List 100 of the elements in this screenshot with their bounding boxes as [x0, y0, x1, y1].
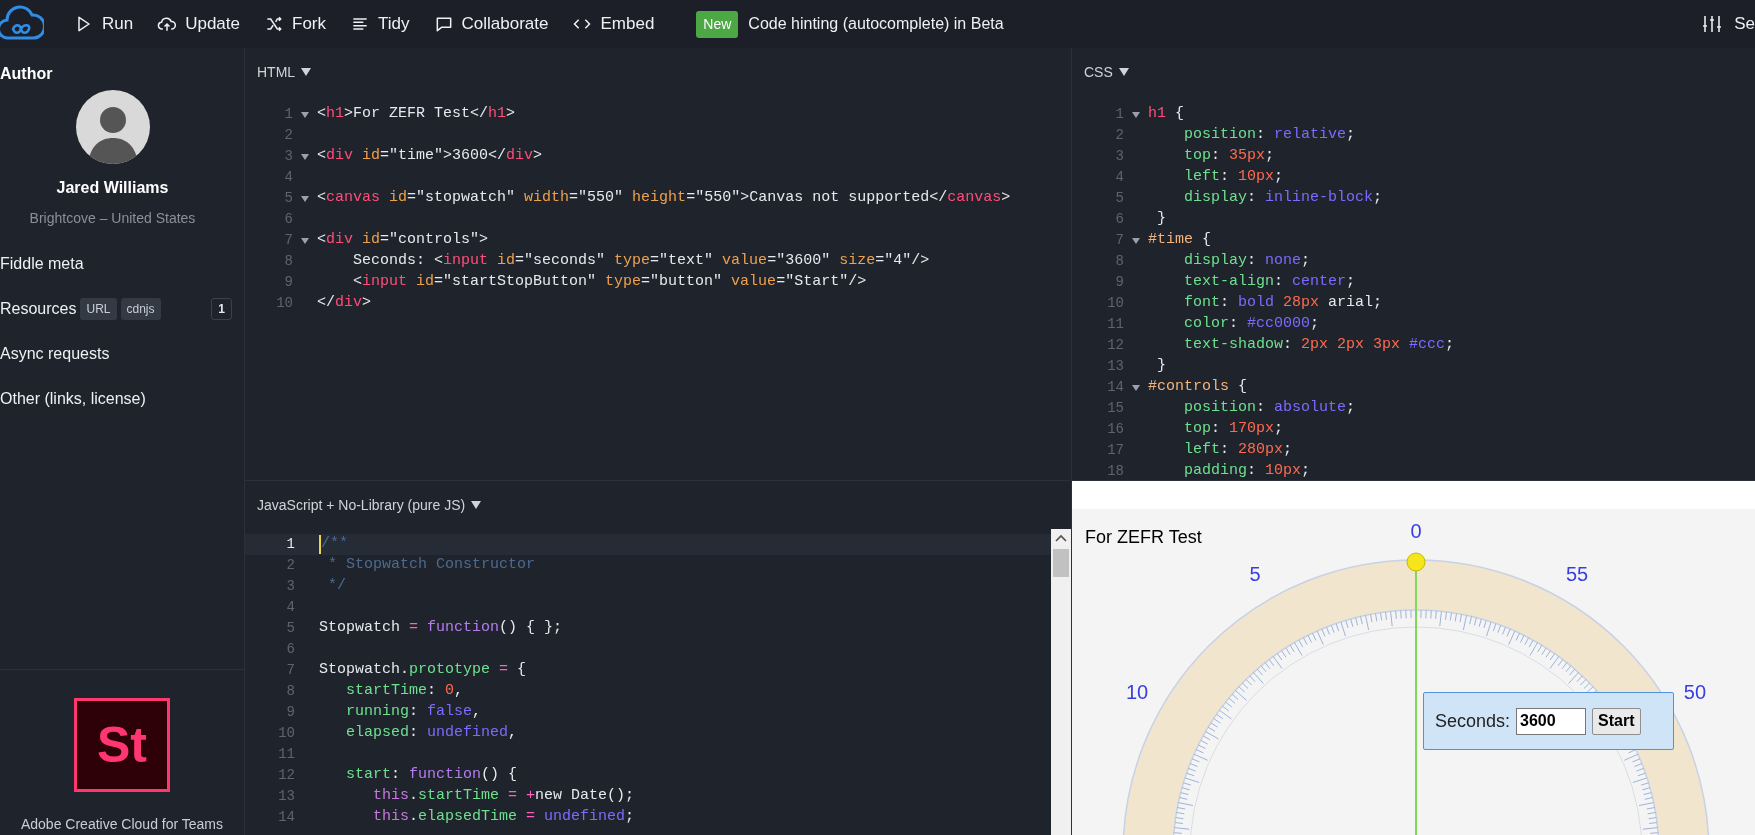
page-heading: For ZEFR Test — [1085, 526, 1202, 549]
line-number: 6 — [1114, 210, 1124, 229]
scrollbar[interactable] — [1051, 529, 1071, 835]
line-number: 4 — [283, 168, 293, 187]
code-line: * Stopwatch Constructor — [327, 555, 536, 576]
toolbar-fork-button[interactable]: Fork — [264, 11, 326, 37]
seconds-label: Seconds: — [1435, 709, 1511, 733]
code-line: start: function() { — [345, 765, 518, 786]
line-number: 7 — [285, 661, 295, 680]
code-line: font: bold 28px arial; — [1183, 293, 1383, 314]
line-number: 1 — [285, 535, 295, 554]
fold-arrow-icon[interactable] — [301, 111, 309, 118]
dial-number: 5 — [1249, 563, 1261, 586]
line-number: 6 — [285, 640, 295, 659]
code-line: */ — [327, 576, 346, 597]
line-number: 16 — [1106, 420, 1124, 439]
code-line: running: false, — [345, 702, 482, 723]
fold-arrow-icon[interactable] — [1132, 384, 1140, 391]
code-line: position: absolute; — [1183, 398, 1356, 419]
code-line: padding: 10px; — [1183, 461, 1311, 480]
code-line: #time { — [1148, 230, 1212, 251]
caret-icon — [1118, 68, 1129, 76]
code-line: this.elapsedTime = undefined; — [372, 807, 635, 828]
seconds-field[interactable]: 3600 — [1516, 707, 1587, 735]
line-number: 6 — [283, 210, 293, 229]
scrollbar-thumb[interactable] — [1053, 549, 1069, 577]
code-line: h1 { — [1148, 104, 1185, 125]
code-line: Stopwatch = function() { }; — [319, 618, 563, 639]
line-number: 10 — [275, 294, 293, 313]
code-line: <canvas id="stopwatch" width="550" height="550">Canvas not supported</canvas> — [317, 188, 1011, 209]
line-number: 9 — [1114, 273, 1124, 292]
code-line: text-shadow: 2px 2px 3px #ccc; — [1183, 335, 1455, 356]
code-line: color: #cc0000; — [1183, 314, 1320, 335]
line-number: 5 — [1114, 189, 1124, 208]
code-line: left: 280px; — [1183, 440, 1293, 461]
line-number: 13 — [277, 787, 295, 806]
fold-arrow-icon[interactable] — [301, 237, 309, 244]
toolbar-update-button[interactable]: Update — [157, 11, 240, 37]
code-line: display: inline-block; — [1183, 188, 1383, 209]
line-number: 12 — [1106, 336, 1124, 355]
sidebar-section-link[interactable]: Other (links, license) — [0, 387, 146, 411]
line-number: 1 — [283, 105, 293, 124]
code-line: <div id="controls"> — [317, 230, 489, 251]
line-number: 9 — [283, 273, 293, 292]
code-line: #controls { — [1148, 377, 1248, 398]
sponsor-logo[interactable]: St — [74, 698, 170, 792]
code-line: Seconds: <input id="seconds" type="text" value="3600" size="4"/> — [352, 251, 930, 272]
fold-arrow-icon[interactable] — [301, 195, 309, 202]
announcement-link[interactable]: Code hinting (autocomplete) in Beta — [748, 12, 1004, 36]
line-number: 8 — [1114, 252, 1124, 271]
sponsor-caption[interactable]: Adobe Creative Cloud for Teams — [20, 814, 224, 835]
author-location: Brightcove – United States — [29, 209, 196, 228]
fold-arrow-icon[interactable] — [1132, 237, 1140, 244]
resource-tag[interactable]: URL — [80, 298, 117, 320]
text-cursor — [319, 535, 321, 554]
sidebar-section-link[interactable]: Fiddle meta — [0, 252, 84, 276]
code-line: <h1>For ZEFR Test</h1> — [317, 104, 516, 125]
line-number: 3 — [1114, 147, 1124, 166]
caret-icon — [471, 501, 482, 509]
code-line: /** — [321, 534, 348, 555]
line-number: 17 — [1106, 441, 1124, 460]
new-badge: New — [696, 10, 739, 38]
fold-arrow-icon[interactable] — [301, 153, 309, 160]
dial-number: 10 — [1125, 681, 1149, 703]
line-number: 8 — [283, 252, 293, 271]
line-number: 7 — [1114, 231, 1124, 250]
line-number: 9 — [285, 703, 295, 722]
settings-icon[interactable] — [1702, 15, 1723, 33]
line-number: 14 — [277, 808, 295, 827]
code-line: <div id="time">3600</div> — [317, 146, 543, 167]
caret-icon — [301, 68, 312, 76]
panel-language-dropdown[interactable]: CSS — [1084, 61, 1129, 83]
code-line: text-align: center; — [1183, 272, 1356, 293]
code-line: elapsed: undefined, — [345, 723, 518, 744]
dial-number: 55 — [1565, 563, 1589, 586]
code-line: Stopwatch.prototype = { — [319, 660, 527, 681]
code-line: left: 10px; — [1183, 167, 1284, 188]
sidebar-section-link[interactable]: Resources — [0, 297, 77, 321]
line-number: 7 — [283, 231, 293, 250]
toolbar-run-button[interactable]: Run — [74, 11, 134, 37]
line-number: 12 — [277, 766, 295, 785]
toolbar-collaborate-button[interactable]: Collaborate — [433, 11, 549, 37]
sidebar-section-link[interactable]: Async requests — [0, 342, 110, 366]
code-line: startTime: 0, — [345, 681, 464, 702]
panel-language-dropdown[interactable]: JavaScript + No-Library (pure JS) — [257, 494, 482, 516]
code-line: position: relative; — [1183, 125, 1356, 146]
line-number: 8 — [285, 682, 295, 701]
settings-label[interactable]: Se — [1734, 11, 1755, 37]
code-line: } — [1156, 209, 1166, 230]
resource-count: 1 — [211, 298, 232, 320]
resource-tag[interactable]: cdnjs — [120, 298, 161, 320]
fold-arrow-icon[interactable] — [1132, 111, 1140, 118]
line-number: 5 — [285, 619, 295, 638]
start-button[interactable]: Start — [1592, 707, 1641, 735]
line-number: 11 — [1106, 315, 1124, 334]
toolbar-tidy-button[interactable]: Tidy — [350, 11, 410, 37]
fork-icon — [264, 14, 284, 34]
line-number: 14 — [1106, 378, 1124, 397]
toolbar-embed-button[interactable]: Embed — [572, 11, 655, 37]
panel-language-dropdown[interactable]: HTML — [257, 61, 312, 83]
